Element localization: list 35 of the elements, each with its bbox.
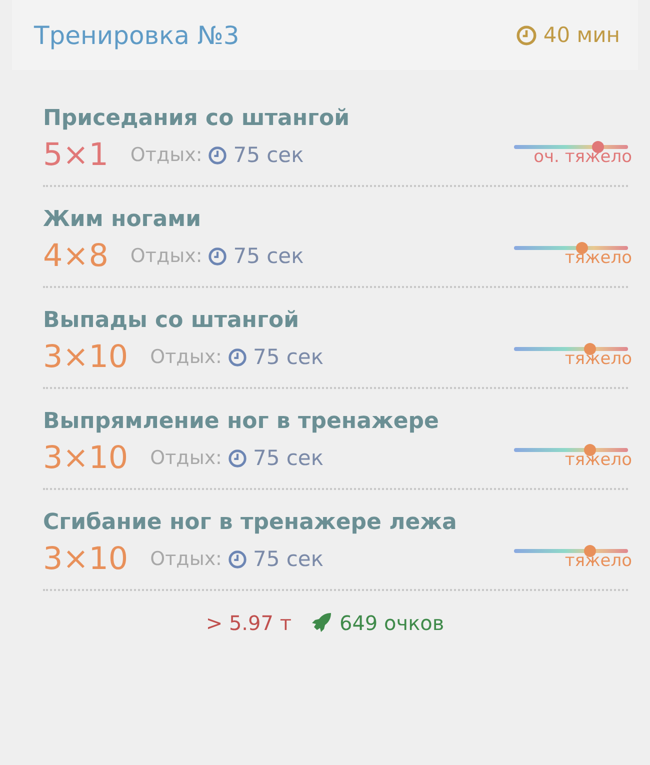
rest-label: Отдых: [150,548,222,570]
rest-time: 75 сек [252,547,324,571]
intensity-label: тяжело [564,452,632,468]
rest-label: Отдых: [150,447,222,469]
clock-icon [228,448,247,468]
intensity-label: оч. тяжело [534,148,632,166]
exercise-name: Выпады со штангой [43,308,300,333]
rest-time: 75 сек [233,244,304,268]
sets-reps: 3×10 [43,440,128,476]
exercise-name: Приседания со штангой [43,106,351,131]
intensity-label: тяжело [564,552,632,570]
rest-time: 75 сек [252,345,324,369]
clock-icon [208,246,228,266]
clock-icon [228,348,247,366]
clock-icon [228,550,247,568]
sets-reps: 3×10 [43,339,128,375]
points: 649 очков [339,611,444,635]
sets-reps: 4×8 [43,238,108,274]
rest-time: 75 сек [252,446,324,470]
exercise-name: Выпрямление ног в тренажере [43,409,440,434]
sets-reps: 3×10 [43,541,128,577]
intensity-label: тяжело [564,250,632,266]
rest-label: Отдых: [130,245,202,267]
rest-label: Отдых: [130,144,202,166]
sets-reps: 5×1 [43,137,108,173]
rest-time: 75 сек [233,143,304,167]
clock-icon [516,24,538,46]
exercise-name: Сгибание ног в тренажере лежа [43,510,458,535]
duration: 40 мин [543,23,620,47]
total-weight: > 5.97 т [206,611,292,635]
rest-label: Отдых: [150,346,222,368]
clock-icon [208,146,228,164]
exercise-name: Жим ногами [43,207,202,232]
workout-title: Тренировка №3 [34,20,240,50]
intensity-label: тяжело [564,350,632,368]
